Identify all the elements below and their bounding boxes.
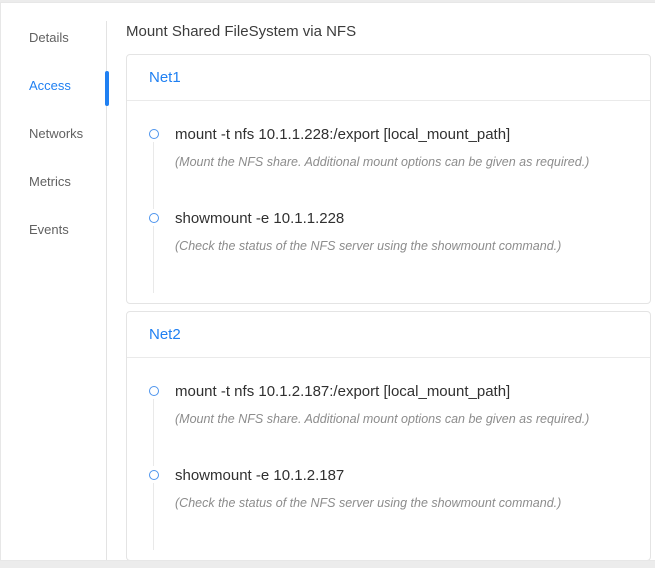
sidebar-item-networks[interactable]: Networks: [1, 109, 107, 157]
step-command: mount -t nfs 10.1.1.228:/export [local_m…: [175, 125, 628, 145]
step-dot-icon: [149, 386, 159, 396]
main-content: Mount Shared FileSystem via NFS Net1 mou…: [107, 3, 655, 560]
sidebar: Details Access Networks Metrics Events: [1, 3, 107, 560]
sidebar-item-label: Metrics: [29, 174, 71, 189]
card-title: Net2: [127, 312, 650, 358]
sidebar-item-label: Events: [29, 222, 69, 237]
step-description: (Check the status of the NFS server usin…: [175, 495, 628, 512]
step-description: (Check the status of the NFS server usin…: [175, 238, 628, 255]
card-title: Net1: [127, 55, 650, 101]
timeline-line: [153, 226, 154, 293]
step-description: (Mount the NFS share. Additional mount o…: [175, 154, 628, 171]
step: showmount -e 10.1.2.187 (Check the statu…: [149, 466, 628, 550]
step-command: showmount -e 10.1.1.228: [175, 209, 628, 229]
sidebar-item-events[interactable]: Events: [1, 205, 107, 253]
sidebar-item-details[interactable]: Details: [1, 13, 107, 61]
sidebar-item-label: Access: [29, 78, 71, 93]
content-panel: Details Access Networks Metrics Events M…: [0, 2, 655, 561]
step: mount -t nfs 10.1.2.187:/export [local_m…: [149, 382, 628, 466]
sidebar-item-metrics[interactable]: Metrics: [1, 157, 107, 205]
step-command: showmount -e 10.1.2.187: [175, 466, 628, 486]
sidebar-item-label: Networks: [29, 126, 83, 141]
step-dot-icon: [149, 470, 159, 480]
timeline-line: [153, 142, 154, 209]
step-description: (Mount the NFS share. Additional mount o…: [175, 411, 628, 428]
card-net1: Net1 mount -t nfs 10.1.1.228:/export [lo…: [126, 54, 651, 304]
card-body: mount -t nfs 10.1.1.228:/export [local_m…: [127, 101, 650, 303]
sidebar-item-access[interactable]: Access: [1, 61, 107, 109]
timeline-line: [153, 483, 154, 550]
step-dot-icon: [149, 129, 159, 139]
card-net2: Net2 mount -t nfs 10.1.2.187:/export [lo…: [126, 311, 651, 560]
sidebar-item-label: Details: [29, 30, 69, 45]
step: showmount -e 10.1.1.228 (Check the statu…: [149, 209, 628, 293]
card-body: mount -t nfs 10.1.2.187:/export [local_m…: [127, 358, 650, 560]
active-tab-indicator: [105, 71, 109, 106]
timeline-line: [153, 399, 154, 466]
step-command: mount -t nfs 10.1.2.187:/export [local_m…: [175, 382, 628, 402]
step: mount -t nfs 10.1.1.228:/export [local_m…: [149, 125, 628, 209]
step-dot-icon: [149, 213, 159, 223]
page-title: Mount Shared FileSystem via NFS: [126, 23, 651, 41]
